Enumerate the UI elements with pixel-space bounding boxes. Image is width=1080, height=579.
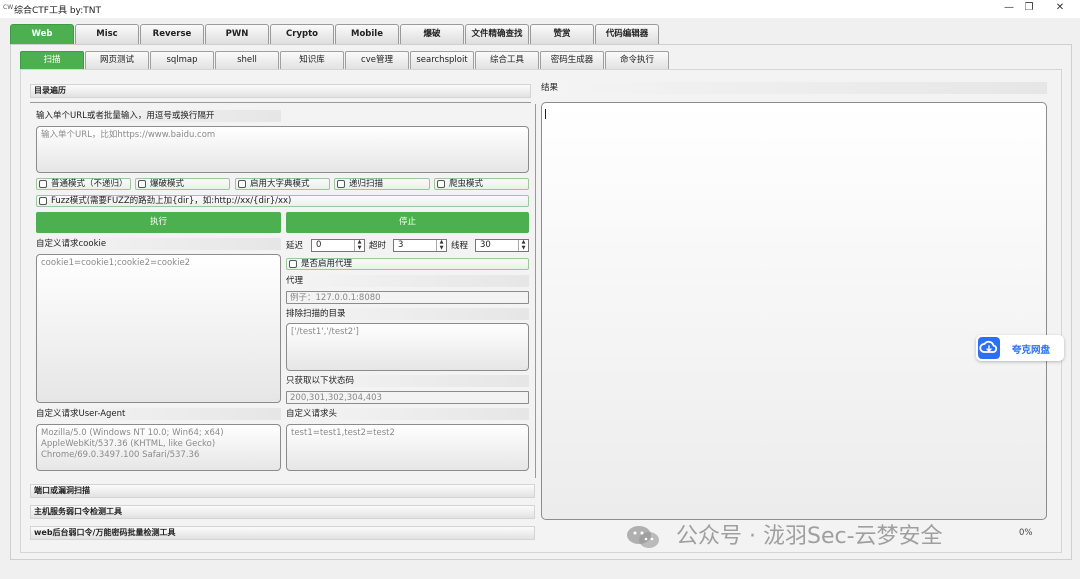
brute-mode-label: 爆破模式	[150, 179, 185, 189]
fuzz-mode-checkbox[interactable]: Fuzz模式(需要FUZZ的路劲上加{dir}，如:http://xx/{dir…	[36, 195, 529, 207]
title-bar: CW 综合CTF工具 by:TNT — ❐ ✕	[0, 0, 1080, 18]
section-web-admin-weak-password[interactable]: web后台弱口令/万能密码批量检测工具	[30, 526, 535, 540]
cloud-icon	[978, 337, 1000, 359]
text-caret	[545, 109, 546, 119]
tab-misc[interactable]: Misc	[75, 24, 139, 44]
large-dict-label: 启用大字典模式	[250, 179, 310, 189]
tab-crypto[interactable]: Crypto	[270, 24, 334, 44]
main-tab-bar: Web Misc Reverse PWN Crypto Mobile 爆破 文件…	[10, 24, 659, 44]
result-output[interactable]	[541, 102, 1047, 520]
tab-password-generator[interactable]: 密码生成器	[540, 51, 604, 69]
tab-knowledge-base[interactable]: 知识库	[280, 51, 344, 69]
status-codes-label: 只获取以下状态码	[286, 375, 529, 387]
proxy-input[interactable]: 例子：127.0.0.1:8080	[286, 291, 529, 304]
panel-divider	[535, 104, 536, 478]
cookie-label: 自定义请求cookie	[36, 238, 281, 250]
quark-drive-label: 夸克网盘	[1012, 345, 1051, 356]
tab-mobile[interactable]: Mobile	[335, 24, 399, 44]
delay-value: 0	[316, 240, 322, 250]
timeout-label: 超时	[369, 241, 387, 251]
fuzz-mode-label: Fuzz模式(需要FUZZ的路劲上加{dir}，如:http://xx/{dir…	[51, 196, 292, 206]
timeout-value: 3	[398, 240, 404, 250]
headers-label: 自定义请求头	[286, 408, 529, 420]
recursive-scan-checkbox[interactable]: 递归扫描	[334, 178, 430, 190]
user-agent-input[interactable]: Mozilla/5.0 (Windows NT 10.0; Win64; x64…	[36, 424, 281, 471]
tab-reverse[interactable]: Reverse	[140, 24, 204, 44]
tab-searchsploit[interactable]: searchsploit	[410, 51, 474, 69]
brute-mode-checkbox[interactable]: 爆破模式	[135, 178, 230, 190]
checkbox-icon	[289, 260, 297, 268]
tab-pwn[interactable]: PWN	[205, 24, 269, 44]
normal-mode-checkbox[interactable]: 普通模式（不递归）	[36, 178, 131, 190]
exclude-dirs-label: 排除扫描的目录	[286, 308, 529, 320]
execute-button[interactable]: 执行	[36, 212, 281, 233]
checkbox-icon	[238, 180, 246, 188]
close-icon[interactable]: ✕	[1048, 1, 1072, 15]
user-agent-label: 自定义请求User-Agent	[36, 408, 281, 420]
section-directory-traversal[interactable]: 目录遍历	[30, 84, 531, 98]
section-port-vuln-scan[interactable]: 端口或漏洞扫描	[30, 484, 535, 498]
delay-spinbox[interactable]: 0 ▲ ▼	[311, 239, 365, 252]
headers-input[interactable]: test1=test1,test2=test2	[286, 424, 529, 471]
progress-percent: 0%	[1019, 528, 1033, 538]
exclude-dirs-input[interactable]: ['/test1','/test2']	[286, 323, 529, 371]
proxy-label: 代理	[286, 275, 529, 287]
url-label: 输入单个URL或者批量输入，用逗号或换行隔开	[36, 110, 281, 122]
tab-code-editor[interactable]: 代码编辑器	[595, 24, 659, 44]
status-codes-input[interactable]: 200,301,302,304,403	[286, 391, 529, 404]
tab-sqlmap[interactable]: sqlmap	[150, 51, 214, 69]
checkbox-icon	[437, 180, 445, 188]
tab-shell[interactable]: shell	[215, 51, 279, 69]
section-divider	[30, 102, 531, 103]
threads-spinbox[interactable]: 30 ▲ ▼	[475, 239, 529, 252]
normal-mode-label: 普通模式（不递归）	[51, 179, 128, 189]
spin-arrows-icon[interactable]: ▲ ▼	[354, 239, 364, 251]
delay-label: 延迟	[286, 241, 304, 251]
tab-web-test[interactable]: 网页测试	[85, 51, 149, 69]
tab-misc-tools[interactable]: 综合工具	[475, 51, 539, 69]
restore-icon[interactable]: ❐	[1017, 1, 1041, 15]
proxy-toggle-label: 是否启用代理	[301, 259, 353, 269]
checkbox-icon	[337, 180, 345, 188]
recursive-scan-label: 递归扫描	[349, 179, 384, 189]
threads-label: 线程	[451, 241, 469, 251]
tab-donate[interactable]: 赞赏	[530, 24, 594, 44]
sub-tab-bar: 扫描 网页测试 sqlmap shell 知识库 cve管理 searchspl…	[20, 51, 669, 69]
checkbox-icon	[39, 180, 47, 188]
tab-command-exec[interactable]: 命令执行	[605, 51, 669, 69]
timeout-spinbox[interactable]: 3 ▲ ▼	[393, 239, 447, 252]
crawler-mode-checkbox[interactable]: 爬虫模式	[434, 178, 529, 190]
tab-web[interactable]: Web	[10, 24, 74, 44]
url-input[interactable]: 输入单个URL，比如https://www.baidu.com	[36, 126, 529, 173]
spin-arrows-icon[interactable]: ▲ ▼	[436, 239, 446, 251]
window-title: 综合CTF工具 by:TNT	[14, 6, 101, 16]
watermark-text: 公众号 · 泷羽Sec-云梦安全	[676, 524, 943, 549]
quark-drive-button[interactable]: 夸克网盘	[976, 335, 1064, 361]
proxy-checkbox[interactable]: 是否启用代理	[286, 258, 529, 270]
tab-bruteforce[interactable]: 爆破	[400, 24, 464, 44]
tab-scan[interactable]: 扫描	[20, 51, 84, 69]
spin-arrows-icon[interactable]: ▲ ▼	[518, 239, 528, 251]
app-icon: CW	[3, 4, 14, 11]
tab-cve-manager[interactable]: cve管理	[345, 51, 409, 69]
cookie-input[interactable]: cookie1=cookie1;cookie2=cookie2	[36, 254, 281, 403]
tab-file-search[interactable]: 文件精确查找	[465, 24, 529, 44]
large-dict-checkbox[interactable]: 启用大字典模式	[235, 178, 330, 190]
result-label: 结果	[541, 82, 1047, 94]
crawler-mode-label: 爬虫模式	[449, 179, 484, 189]
stop-button[interactable]: 停止	[286, 212, 529, 233]
section-host-weak-password[interactable]: 主机服务弱口令检测工具	[30, 505, 535, 519]
checkbox-icon	[39, 197, 47, 205]
threads-value: 30	[480, 240, 491, 250]
checkbox-icon	[138, 180, 146, 188]
wechat-icon	[626, 525, 660, 549]
